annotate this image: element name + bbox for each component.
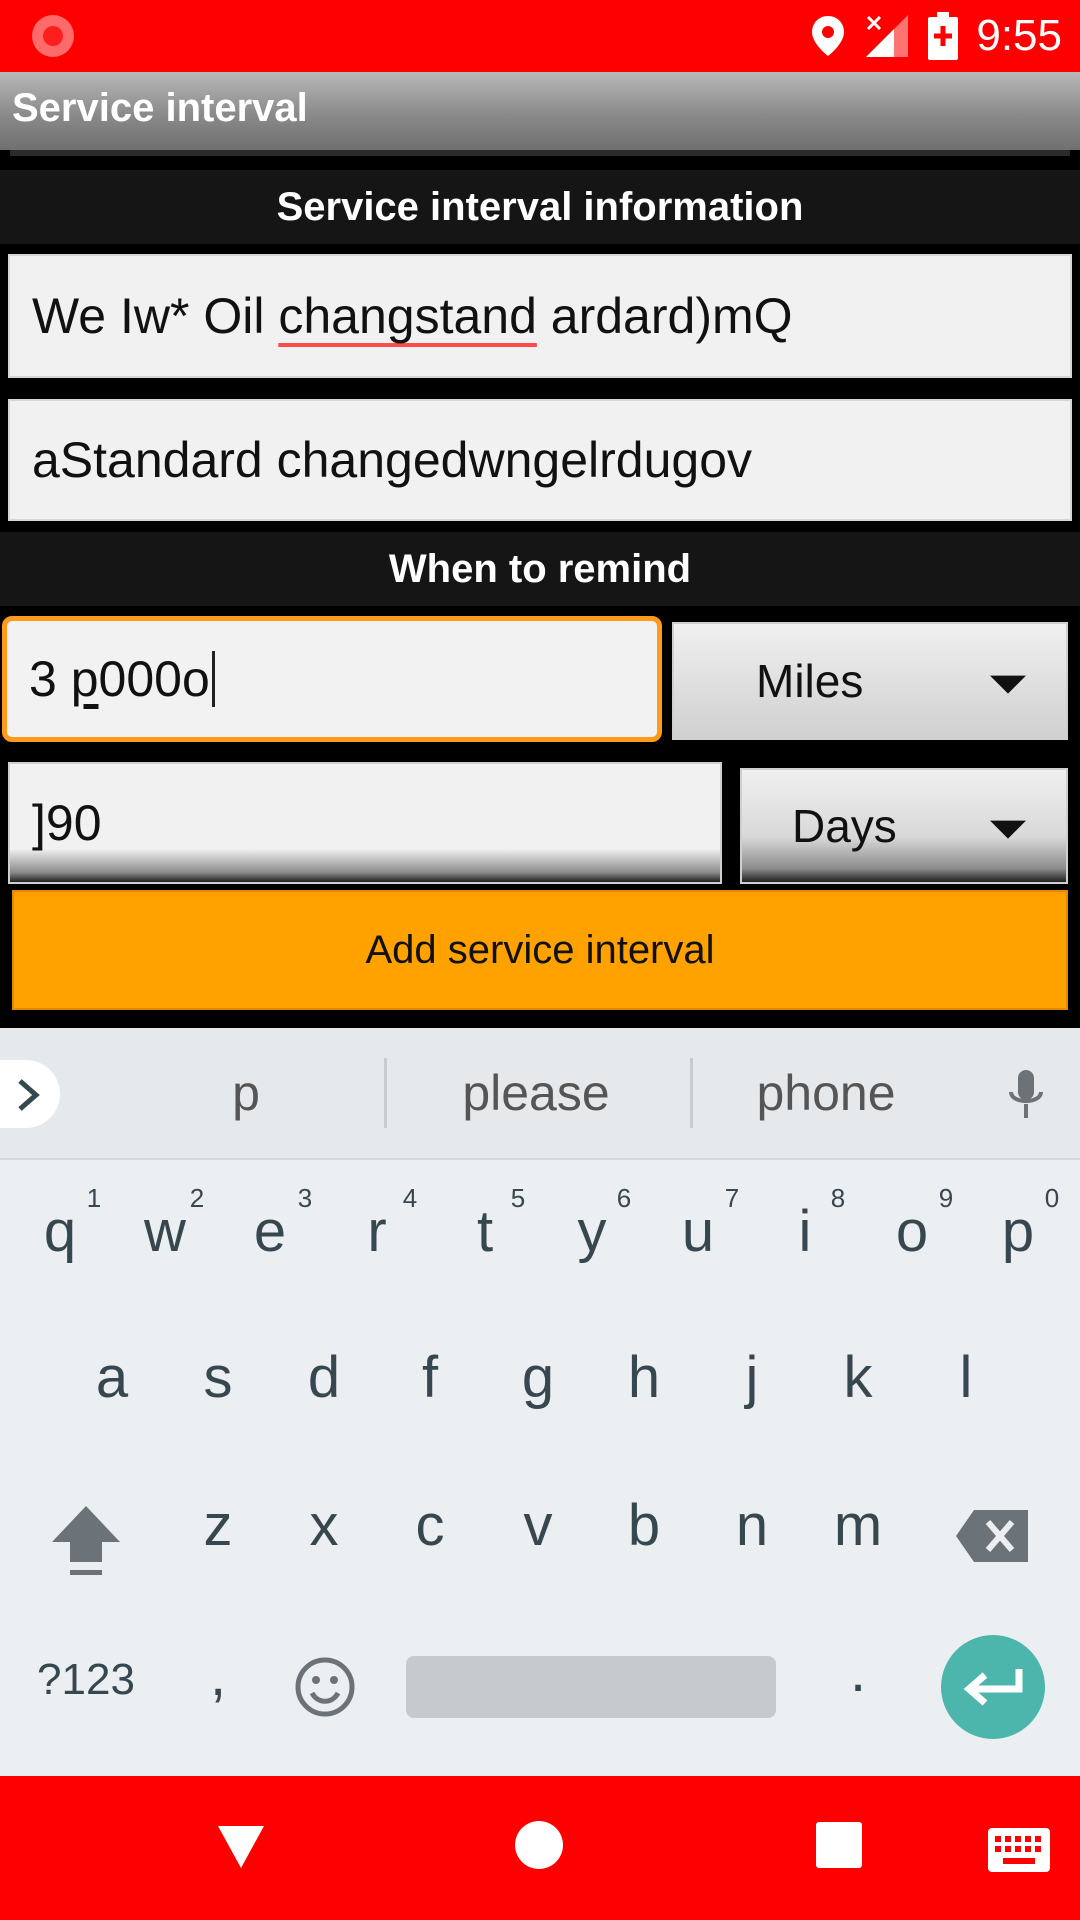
time-unit-value: Days [792, 800, 897, 852]
chevron-down-icon [990, 675, 1026, 694]
distance-interval-input[interactable]: 3 p 000o [2, 616, 662, 742]
backspace-key[interactable] [954, 1508, 1030, 1564]
key-l[interactable]: l [916, 1344, 1016, 1411]
key-hint: 7 [724, 1183, 740, 1213]
time-interval-input[interactable]: ]90 [8, 762, 722, 884]
key-v[interactable]: v [488, 1492, 588, 1559]
key-a[interactable]: a [62, 1344, 162, 1411]
symbols-key[interactable]: ?123 [36, 1655, 136, 1705]
recents-icon[interactable] [816, 1822, 862, 1868]
microphone-icon[interactable] [1006, 1068, 1046, 1124]
home-icon[interactable] [514, 1820, 564, 1870]
key-m[interactable]: m [808, 1492, 908, 1559]
space-bar[interactable] [406, 1656, 776, 1718]
service-name-input[interactable]: We Iw* Oil changstand ardard)mQ [8, 254, 1072, 378]
key-k[interactable]: k [808, 1344, 908, 1411]
key-hint: 4 [402, 1183, 418, 1213]
page-title: Service interval [12, 86, 308, 130]
key-hint: 2 [189, 1183, 205, 1213]
period-key[interactable]: . [808, 1638, 908, 1705]
soft-keyboard: p please phone q 1 w 2 e 3 r 4 t 5 y 6 u… [0, 1028, 1080, 1776]
text-cursor [211, 651, 215, 707]
key-n[interactable]: n [702, 1492, 802, 1559]
key-h[interactable]: h [594, 1344, 694, 1411]
backspace-icon [956, 1510, 1028, 1562]
time-interval-text: ]90 [32, 795, 102, 851]
navigation-bar [0, 1776, 1080, 1920]
suggestion-strip: p please phone [0, 1028, 1080, 1160]
time-unit-dropdown[interactable]: Days [740, 768, 1068, 884]
key-z[interactable]: z [168, 1492, 268, 1559]
distance-text-end: 000o [98, 651, 210, 707]
key-hint: 6 [616, 1183, 632, 1213]
record-icon [32, 15, 74, 57]
status-bar: 9:55 [0, 0, 1080, 72]
location-icon [812, 16, 845, 56]
title-divider [10, 150, 1070, 156]
service-name-text-end: ardard)mQ [536, 288, 793, 344]
key-hint: 0 [1044, 1183, 1060, 1213]
key-f[interactable]: f [380, 1344, 480, 1411]
shift-key[interactable] [46, 1500, 126, 1580]
status-icons: 9:55 [810, 10, 1062, 62]
enter-icon [963, 1669, 1023, 1706]
section-header-info: Service interval information [0, 170, 1080, 244]
key-d[interactable]: d [274, 1344, 374, 1411]
smiley-icon [295, 1657, 355, 1717]
app-title-bar: Service interval [0, 72, 1080, 150]
key-x[interactable]: x [274, 1492, 374, 1559]
key-c[interactable]: c [380, 1492, 480, 1559]
shift-icon [52, 1506, 120, 1575]
key-s[interactable]: s [168, 1344, 268, 1411]
key-hint: 8 [830, 1183, 846, 1213]
battery-charging-icon [928, 12, 959, 60]
misspelled-word: changstand [278, 288, 537, 344]
chevron-down-icon [990, 820, 1026, 839]
suggestion-divider [690, 1058, 693, 1128]
suggestion-item[interactable]: phone [706, 1028, 946, 1158]
key-hint: 1 [86, 1183, 102, 1213]
emoji-key[interactable] [294, 1656, 356, 1718]
distance-unit-dropdown[interactable]: Miles [672, 622, 1068, 740]
service-description-input[interactable]: aStandard changedwngelrdugov [8, 399, 1072, 521]
back-icon[interactable] [216, 1824, 266, 1870]
chevron-right-icon [18, 1079, 40, 1111]
keyboard-switch-icon[interactable] [988, 1828, 1050, 1872]
comma-key[interactable]: , [168, 1642, 268, 1709]
key-j[interactable]: j [702, 1344, 802, 1411]
enter-key[interactable] [941, 1635, 1045, 1739]
suggestion-item[interactable]: please [400, 1028, 672, 1158]
key-g[interactable]: g [488, 1344, 588, 1411]
suggestion-divider [384, 1058, 387, 1128]
key-hint: 9 [938, 1183, 954, 1213]
key-hint: 3 [297, 1183, 313, 1213]
key-hint: 5 [510, 1183, 526, 1213]
distance-unit-value: Miles [756, 655, 864, 707]
composing-text: p [70, 651, 99, 707]
signal-off-icon [866, 15, 909, 57]
add-service-interval-button[interactable]: Add service interval [12, 890, 1068, 1010]
expand-suggestions-button[interactable] [0, 1060, 60, 1128]
service-name-text-start: We Iw* Oil [32, 288, 279, 344]
key-b[interactable]: b [594, 1492, 694, 1559]
suggestion-item[interactable]: p [120, 1028, 372, 1158]
status-time: 9:55 [976, 11, 1062, 60]
distance-text-start: 3 [29, 651, 71, 707]
service-description-text: aStandard changedwngelrdugov [32, 432, 752, 488]
section-header-remind: When to remind [0, 532, 1080, 606]
